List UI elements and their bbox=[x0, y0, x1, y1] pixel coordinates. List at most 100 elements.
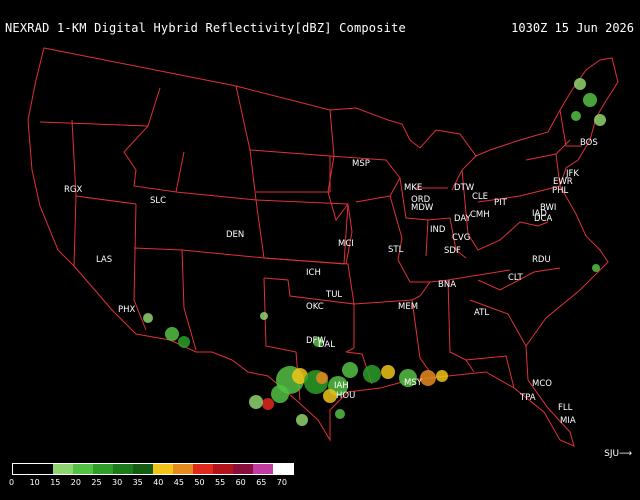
city-label: CVG bbox=[452, 233, 470, 243]
state-border bbox=[175, 191, 265, 259]
color-swatch bbox=[93, 464, 113, 474]
scale-label: 60 bbox=[235, 478, 246, 487]
map-title: NEXRAD 1-KM Digital Hybrid Reflectivity[… bbox=[5, 21, 406, 35]
radar-echo bbox=[363, 365, 381, 383]
color-swatch bbox=[273, 464, 293, 474]
city-label: PHL bbox=[552, 186, 569, 196]
city-label: MIA bbox=[560, 416, 576, 426]
radar-echo bbox=[342, 362, 358, 378]
state-border bbox=[133, 203, 147, 331]
city-label: MSP bbox=[352, 159, 370, 169]
city-label: FLL bbox=[558, 403, 573, 413]
city-label: TUL bbox=[325, 290, 342, 300]
radar-echo bbox=[594, 114, 606, 126]
color-swatch bbox=[153, 464, 173, 474]
state-border bbox=[39, 87, 161, 127]
radar-echo bbox=[271, 385, 289, 403]
radar-echo bbox=[165, 327, 179, 341]
state-border bbox=[353, 281, 431, 305]
city-label: BOS bbox=[580, 138, 598, 148]
scale-label: 65 bbox=[256, 478, 267, 487]
radar-echo bbox=[420, 370, 436, 386]
radar-echo bbox=[381, 365, 395, 379]
city-label: TPA bbox=[519, 393, 536, 403]
radar-map[interactable]: RGX SLC DEN LAS PHX ICH MCI TUL OKC DFW DAL IAH HOU M… bbox=[0, 40, 640, 462]
state-border bbox=[447, 269, 511, 281]
scale-label: 40 bbox=[153, 478, 164, 487]
city-label: RGX bbox=[64, 185, 82, 195]
scale-label: 70 bbox=[276, 478, 287, 487]
color-swatch bbox=[133, 464, 153, 474]
scale-label: 15 bbox=[50, 478, 61, 487]
scale-label: 25 bbox=[91, 478, 102, 487]
city-label: STL bbox=[388, 245, 404, 255]
color-swatch bbox=[13, 464, 33, 474]
map-timestamp: 1030Z 15 Jun 2026 bbox=[511, 21, 634, 35]
city-label: DAL bbox=[318, 340, 335, 350]
city-label: OKC bbox=[306, 302, 324, 312]
scale-label: 45 bbox=[173, 478, 184, 487]
city-label: ATL bbox=[474, 308, 489, 318]
radar-echo bbox=[436, 370, 448, 382]
state-border bbox=[235, 85, 257, 201]
city-label: SLC bbox=[150, 196, 166, 206]
color-swatch bbox=[53, 464, 73, 474]
state-border bbox=[133, 247, 197, 351]
state-border bbox=[469, 299, 527, 347]
city-label: ICH bbox=[306, 268, 321, 278]
radar-echo bbox=[574, 78, 586, 90]
scale-label: 20 bbox=[70, 478, 81, 487]
state-border bbox=[73, 195, 77, 267]
radar-echo bbox=[296, 414, 308, 426]
radar-echoes bbox=[143, 78, 606, 426]
city-label: MCI bbox=[338, 239, 354, 249]
city-label: MCO bbox=[532, 379, 552, 389]
radar-echo bbox=[316, 372, 328, 384]
scale-label: 50 bbox=[194, 478, 205, 487]
state-border bbox=[345, 304, 355, 353]
city-label: MKE bbox=[404, 183, 422, 193]
city-label: PHX bbox=[118, 305, 136, 315]
state-border bbox=[525, 139, 571, 161]
radar-echo bbox=[583, 93, 597, 107]
credit-label: SJU⟶ bbox=[604, 449, 632, 459]
state-border bbox=[465, 355, 515, 389]
scale-label: 10 bbox=[29, 478, 40, 487]
state-border bbox=[249, 149, 331, 193]
state-border bbox=[123, 125, 185, 193]
color-swatch bbox=[33, 464, 53, 474]
city-label: BNA bbox=[438, 280, 456, 290]
city-label: MEM bbox=[398, 302, 418, 312]
scale-label: 0 bbox=[9, 478, 15, 487]
title-bar: NEXRAD 1-KM Digital Hybrid Reflectivity[… bbox=[0, 0, 640, 40]
radar-echo bbox=[262, 398, 274, 410]
city-label: SDF bbox=[444, 246, 461, 256]
radar-echo bbox=[571, 111, 581, 121]
city-label: RDU bbox=[532, 255, 551, 265]
radar-echo bbox=[178, 336, 190, 348]
state-border bbox=[255, 199, 349, 265]
color-swatch bbox=[233, 464, 253, 474]
city-label: HOU bbox=[336, 391, 355, 401]
city-label: DAY bbox=[454, 214, 472, 224]
radar-echo bbox=[260, 312, 268, 320]
city-label: LAS bbox=[96, 255, 112, 265]
scale-label: 35 bbox=[132, 478, 143, 487]
dbz-color-scale bbox=[12, 463, 294, 475]
scale-label: 30 bbox=[112, 478, 123, 487]
dbz-scale-labels: 0 10 15 20 25 30 35 40 45 50 55 60 65 70 bbox=[0, 478, 640, 492]
color-swatch bbox=[193, 464, 213, 474]
city-label: DEN bbox=[226, 230, 244, 240]
radar-echo bbox=[323, 389, 337, 403]
radar-echo bbox=[592, 264, 600, 272]
color-swatch bbox=[253, 464, 273, 474]
radar-map-canvas[interactable]: RGXSLCDENLASPHXICHMCITULOKCDFWDALIAHHOUM… bbox=[0, 40, 640, 462]
state-border bbox=[429, 279, 475, 373]
city-label: IAH bbox=[334, 381, 349, 391]
color-swatch bbox=[113, 464, 133, 474]
color-swatch bbox=[213, 464, 233, 474]
city-label: MSY bbox=[404, 378, 423, 388]
city-label: CLT bbox=[508, 273, 524, 283]
scale-label: 55 bbox=[215, 478, 226, 487]
city-label: IND bbox=[430, 225, 446, 235]
